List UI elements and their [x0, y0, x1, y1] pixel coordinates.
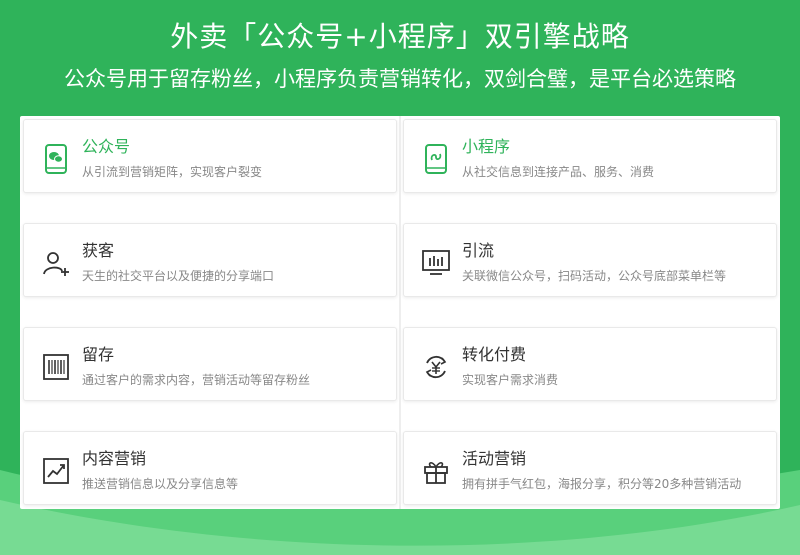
card-title: 活动营销	[462, 449, 527, 468]
header: 外卖「公众号+小程序」双引擎战略 公众号用于留存粉丝，小程序负责营销转化，双剑合…	[0, 0, 800, 116]
card-description: 天生的社交平台以及便捷的分享端口	[82, 269, 275, 283]
card-description: 从引流到营销矩阵，实现客户裂变	[82, 165, 263, 179]
card-title: 留存	[82, 345, 115, 364]
card-official-account[interactable]: 公众号 从引流到营销矩阵，实现客户裂变	[23, 119, 397, 193]
growth-chart-icon	[42, 456, 70, 486]
card-acquire-customers[interactable]: 获客 天生的社交平台以及便捷的分享端口	[23, 223, 397, 297]
card-conversion-payment[interactable]: 转化付费 实现客户需求消费	[403, 327, 777, 401]
monitor-bars-icon	[422, 248, 450, 278]
card-title: 引流	[462, 241, 495, 260]
card-title: 转化付费	[462, 345, 527, 364]
card-activity-marketing[interactable]: 活动营销 拥有拼手气红包，海报分享，积分等20多种营销活动	[403, 431, 777, 505]
barcode-box-icon	[42, 352, 70, 382]
yen-cycle-icon	[422, 352, 450, 382]
wechat-phone-icon	[42, 144, 70, 174]
card-description: 实现客户需求消费	[462, 373, 559, 387]
card-description: 拥有拼手气红包，海报分享，积分等20多种营销活动	[462, 477, 742, 491]
card-title: 小程序	[462, 137, 511, 156]
add-user-icon	[42, 248, 70, 278]
page-title: 外卖「公众号+小程序」双引擎战略	[170, 20, 630, 53]
mini-program-phone-icon	[422, 144, 450, 174]
card-traffic[interactable]: 引流 关联微信公众号，扫码活动，公众号底部菜单栏等	[403, 223, 777, 297]
card-title: 获客	[82, 241, 115, 260]
column-divider	[399, 116, 401, 509]
card-mini-program[interactable]: 小程序 从社交信息到连接产品、服务、消费	[403, 119, 777, 193]
card-retention[interactable]: 留存 通过客户的需求内容，营销活动等留存粉丝	[23, 327, 397, 401]
features-panel: 公众号 从引流到营销矩阵，实现客户裂变 获客 天生的社交平台以及便捷的分享端口	[20, 116, 780, 509]
card-title: 公众号	[82, 137, 131, 156]
page-subtitle: 公众号用于留存粉丝，小程序负责营销转化，双剑合璧，是平台必选策略	[64, 67, 736, 91]
card-description: 推送营销信息以及分享信息等	[82, 477, 239, 491]
card-content-marketing[interactable]: 内容营销 推送营销信息以及分享信息等	[23, 431, 397, 505]
card-title: 内容营销	[82, 449, 147, 468]
card-description: 通过客户的需求内容，营销活动等留存粉丝	[82, 373, 311, 387]
card-description: 关联微信公众号，扫码活动，公众号底部菜单栏等	[462, 269, 727, 283]
card-description: 从社交信息到连接产品、服务、消费	[462, 165, 655, 179]
gift-icon	[422, 456, 450, 486]
